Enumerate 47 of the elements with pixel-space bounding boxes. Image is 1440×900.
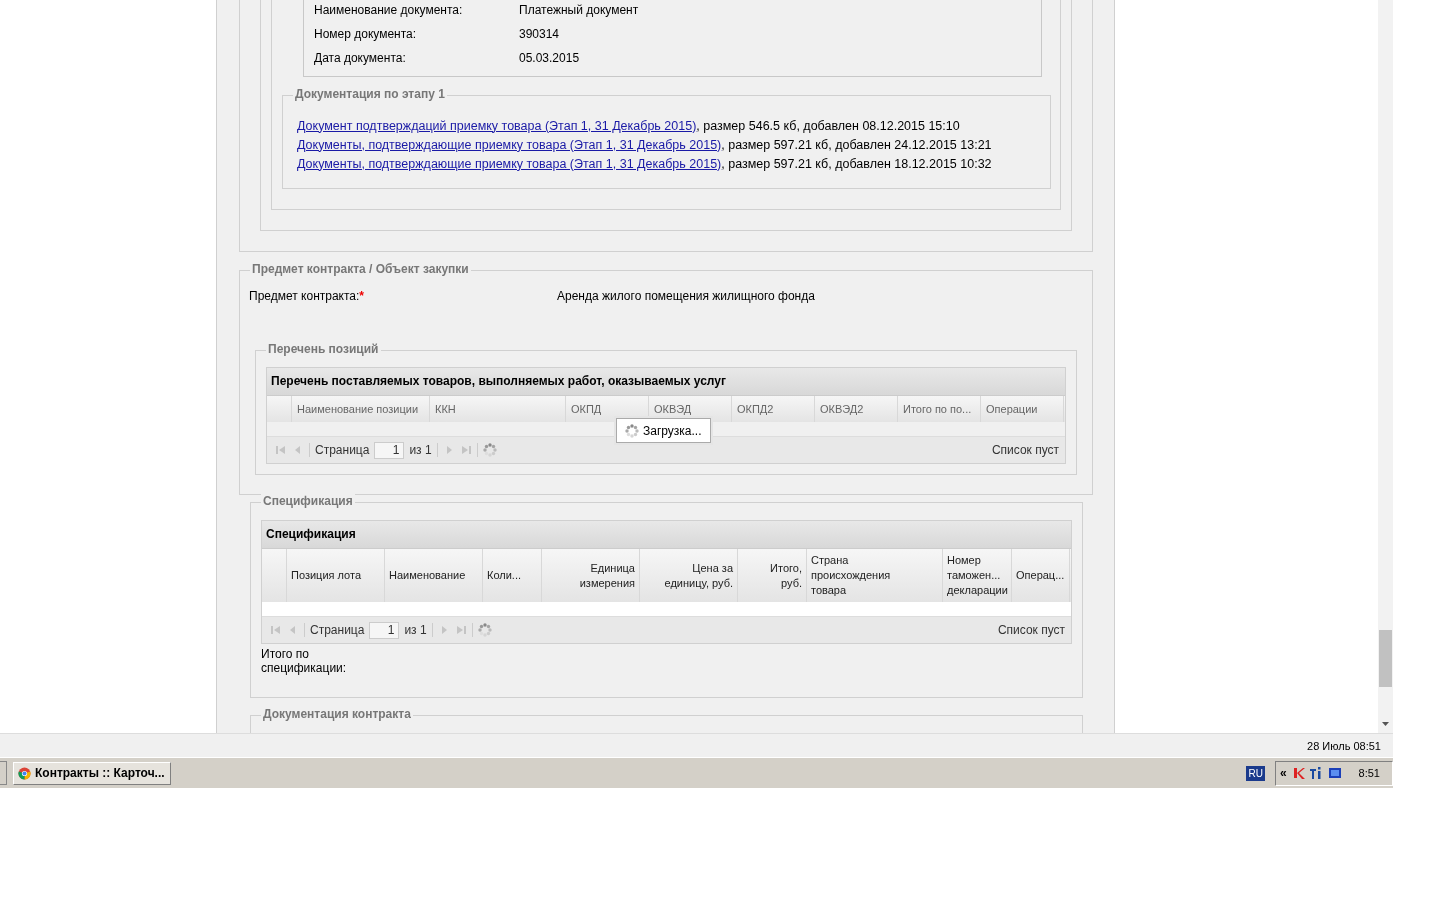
document-details: , размер 597.21 кб, добавлен 18.12.2015 10:32 — [721, 156, 992, 171]
section-legend: Документация по этапу 1 — [293, 87, 447, 101]
refresh-icon — [477, 623, 492, 637]
document-details: , размер 597.21 кб, добавлен 24.12.2015 13:21 — [721, 137, 992, 152]
required-mark: * — [359, 289, 365, 303]
tray-expand-button[interactable]: « — [1279, 766, 1287, 780]
taskbar-scroll-button[interactable] — [0, 761, 7, 785]
grid-title: Спецификация — [262, 521, 1071, 549]
field-label: Предмет контракта: — [249, 289, 360, 303]
total-label: Итого по спецификации: — [261, 647, 348, 675]
field-value: 390314 — [519, 27, 560, 41]
field-value: Платежный документ — [519, 3, 639, 17]
field-value: Аренда жилого помещения жилищного фонда — [557, 289, 815, 303]
language-indicator[interactable]: RU — [1246, 765, 1265, 781]
last-page-icon[interactable] — [459, 444, 472, 456]
field-label: Наименование документа: — [314, 3, 464, 17]
scroll-down-icon[interactable] — [1382, 722, 1389, 726]
k-letter-icon[interactable] — [1291, 766, 1306, 780]
page-count: из 1 — [409, 443, 432, 457]
scroll-thumb[interactable] — [1379, 630, 1392, 687]
empty-message: Список пуст — [997, 623, 1065, 637]
field-label: Дата документа: — [314, 51, 407, 65]
status-datetime: 28 Июль 08:51 — [1307, 739, 1381, 752]
last-page-icon[interactable] — [454, 624, 467, 636]
spinner-icon — [625, 423, 639, 438]
section-legend: Предмет контракта / Объект закупки — [250, 262, 471, 276]
document-details: , размер 546.5 кб, добавлен 08.12.2015 15:10 — [696, 118, 960, 133]
empty-message: Список пуст — [991, 443, 1059, 457]
browser-icon — [18, 766, 31, 780]
scrollbar[interactable] — [1378, 0, 1393, 733]
loading-text: Загрузка... — [643, 423, 702, 438]
page-label: Страница — [310, 623, 365, 637]
page-input[interactable]: 1 — [369, 621, 400, 639]
section-legend: Перечень позиций — [266, 342, 381, 356]
field-label: Номер документа: — [314, 27, 418, 41]
page-label: Страница — [315, 443, 370, 457]
field-value: 05.03.2015 — [519, 51, 580, 65]
taskbar-clock: 8:51 — [1358, 767, 1380, 779]
section-legend: Документация контракта — [261, 707, 413, 721]
refresh-icon — [482, 443, 497, 457]
page-count: из 1 — [404, 623, 427, 637]
first-page-icon[interactable] — [275, 444, 287, 456]
taskbar-button[interactable]: Контракты :: Карточ... — [13, 761, 171, 785]
grid-title: Перечень поставляемых товаров, выполняемых работ, оказываемых услуг — [267, 368, 1065, 396]
page-input[interactable]: 1 — [374, 441, 405, 459]
section-legend: Спецификация — [261, 494, 355, 508]
first-page-icon[interactable] — [270, 624, 282, 636]
